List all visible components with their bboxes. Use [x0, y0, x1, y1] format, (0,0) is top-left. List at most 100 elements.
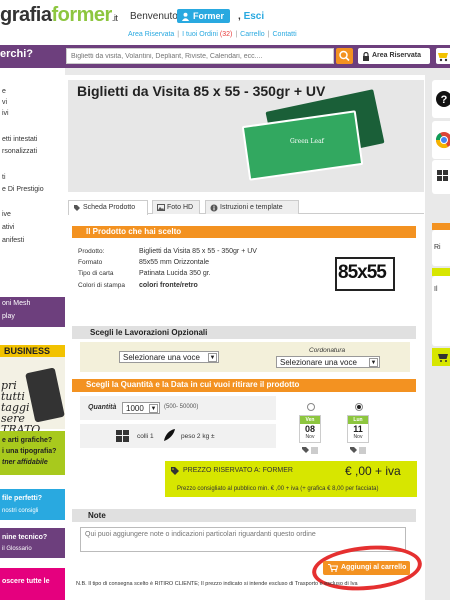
search-button[interactable] [336, 48, 353, 64]
link-area-riservata[interactable]: Area Riservata [128, 31, 174, 38]
field-value: Biglietti da Visita 85 x 55 - 350gr + UV [139, 248, 257, 255]
date-radio-lun[interactable] [355, 403, 363, 411]
field-label: Colori di stampa [78, 282, 125, 289]
sidebar-item[interactable]: oni Mesh [2, 300, 30, 307]
field-value: colori fronte/retro [139, 282, 198, 289]
select-value: 1000 [126, 404, 144, 413]
link-carrello[interactable]: Carrello [240, 31, 265, 38]
promo-box-glossary[interactable] [0, 528, 65, 558]
tab-label: Istruzioni e template [220, 204, 283, 211]
sidebar-item[interactable]: ti [2, 174, 6, 181]
boxes-icon [116, 430, 129, 442]
field-label: Formato [78, 259, 103, 266]
info-icon [210, 204, 218, 212]
link-ordini[interactable]: I tuoi Ordini (32) [182, 31, 232, 38]
tab-scheda-prodotto[interactable]: Scheda Prodotto [68, 200, 148, 215]
price-tag-icon [171, 467, 179, 475]
quantity-select[interactable]: 1000 ▼ [122, 402, 160, 414]
cart-icon [438, 354, 448, 362]
sidebar-item[interactable]: vi [2, 99, 7, 106]
date-option-lun[interactable]: Lun 11 Nov [347, 415, 369, 443]
section-title: Scegli la Quantità e la Data in cui vuoi… [86, 380, 300, 389]
right-widget-header [432, 268, 450, 276]
lavorazione-select[interactable]: Selezionare una voce ▼ [119, 351, 219, 363]
chrome-icon [435, 132, 450, 149]
field-label: Tipo di carta [78, 270, 114, 277]
sidebar-item[interactable]: ive [2, 211, 11, 218]
logo-tld: .it [111, 13, 118, 23]
cordonatura-label: Cordonatura [309, 347, 346, 354]
grid-widget[interactable] [432, 160, 450, 194]
question-icon: ? [436, 91, 450, 107]
section-title: Scegli le Lavorazioni Opzionali [90, 328, 208, 337]
tab-foto-hd[interactable]: Foto HD [152, 200, 200, 214]
promo-text: nine tecnico? [2, 534, 48, 541]
search-icon [339, 50, 350, 62]
sidebar-item[interactable]: e [2, 88, 6, 95]
top-links: Area Riservata | I tuoi Ordini (32) | Carrel… [128, 31, 297, 38]
sidebar-item[interactable]: etti intestati [2, 136, 37, 143]
date-radio-ven[interactable] [307, 403, 315, 411]
tab-label: Foto HD [167, 204, 194, 211]
right-cart-widget[interactable] [432, 348, 450, 366]
grid-icon [437, 170, 448, 181]
section-title: Il Prodotto che hai scelto [86, 227, 182, 236]
price-tag-icon [302, 447, 318, 454]
search-label: erchi? [0, 48, 34, 60]
tab-label: Scheda Prodotto [83, 204, 136, 211]
business-title: BUSINESS [4, 346, 51, 356]
add-to-cart-label: Aggiungi al carrello [341, 564, 407, 571]
site-logo[interactable]: grafiaformer.it [0, 4, 118, 27]
promo-box-files[interactable] [0, 489, 65, 520]
sidebar-item[interactable]: play [2, 313, 15, 320]
browser-widget[interactable] [432, 121, 450, 159]
promo-text: e arti grafiche? [2, 437, 53, 444]
user-icon [181, 12, 190, 21]
section-header-notes [72, 509, 416, 522]
promo-text: oscere tutte le [2, 578, 50, 585]
business-banner-header: BUSINESS [0, 345, 65, 357]
date-option-ven[interactable]: Ven 08 Nov [299, 415, 321, 443]
sidebar-item[interactable]: e Di Prestigio [2, 186, 44, 193]
link-contatti[interactable]: Contatti [273, 31, 297, 38]
page-title: Biglietti da Visita 85 x 55 - 350gr + UV [77, 83, 326, 99]
right-widget-header [432, 223, 450, 230]
field-label: Prodotto: [78, 248, 105, 255]
format-badge: 85x55 [338, 262, 387, 283]
logo-text: grafia [0, 4, 52, 26]
logout-label: Esci [243, 11, 265, 22]
tab-istruzioni[interactable]: Istruzioni e template [205, 200, 299, 214]
quantity-range: (500- 50000) [164, 404, 199, 410]
date-number: 08 [304, 424, 315, 434]
sidebar-item[interactable]: ativi [2, 224, 14, 231]
logout-separator: , [238, 11, 241, 22]
section-title: Note [88, 511, 106, 520]
sidebar-item[interactable]: rsonalizzati [2, 148, 37, 155]
search-input[interactable] [66, 48, 334, 64]
help-widget[interactable]: ? [432, 80, 450, 118]
right-widget-text: Ri [434, 244, 441, 251]
quantity-label: Quantità [88, 404, 117, 411]
field-value: Patinata Lucida 350 gr. [139, 270, 211, 277]
area-riservata-button[interactable]: Area Riservata [358, 48, 430, 64]
cart-icon-button[interactable] [436, 48, 450, 64]
promo-text: i una tipografia? [2, 448, 57, 455]
card-brand-text: Green Leaf [290, 138, 324, 145]
user-name-badge[interactable]: Former [177, 9, 231, 23]
sidebar-item[interactable]: ivi [2, 110, 9, 117]
price-value: € ,00 + iva [345, 464, 401, 478]
promo-text: nostri consigli [2, 508, 39, 514]
tag-icon [74, 205, 80, 211]
cordonatura-select[interactable]: Selezionare una voce ▼ [276, 356, 380, 368]
logout-link[interactable]: , Esci [238, 11, 264, 22]
field-value: 85x55 mm Orizzontale [139, 259, 210, 266]
weight-value: peso 2 kg ± [181, 433, 215, 440]
section-header-quantity: Scegli la Quantità e la Data in cui vuoi… [72, 379, 416, 392]
sidebar-item[interactable]: anifesti [2, 237, 24, 244]
orders-count: (32) [219, 31, 233, 38]
price-label: PREZZO RISERVATO A: FORMER [183, 467, 293, 474]
date-day: Ven [300, 416, 320, 424]
svg-text:?: ? [441, 94, 448, 106]
add-to-cart-button[interactable]: Aggiungi al carrello [323, 561, 410, 575]
promo-text: tner affidabile [2, 459, 48, 466]
